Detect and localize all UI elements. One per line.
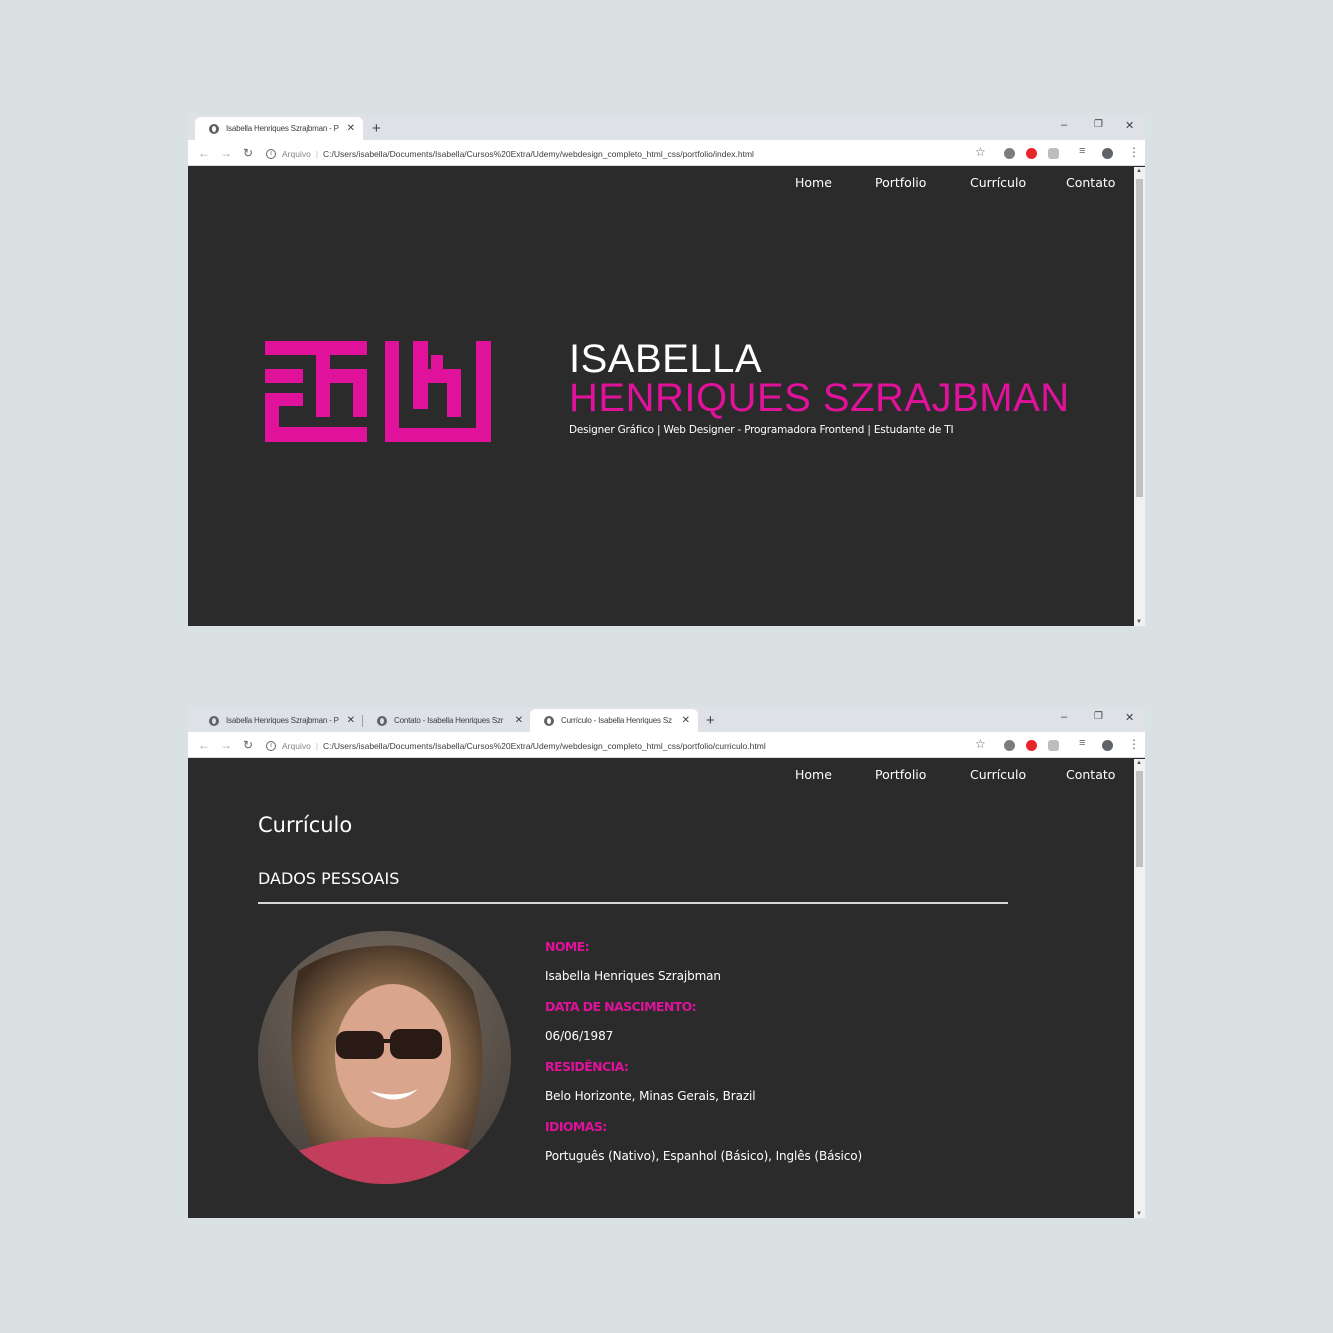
shield-icon[interactable] [1048,740,1059,751]
scroll-thumb[interactable] [1136,771,1143,867]
close-tab-icon[interactable]: ✕ [347,715,355,726]
ih-logo [265,341,491,442]
tab-bar: Isabella Henriques Szrajbman - P ✕ + – ❐… [188,115,1145,140]
scroll-down-icon[interactable]: ▼ [1136,619,1142,625]
globe-icon [544,715,554,726]
url-divider: | [315,740,319,751]
reading-list-icon[interactable]: ≡ [1079,145,1085,157]
menu-icon[interactable]: ⋮ [1128,737,1140,751]
url-text: C:/Users/isabella/Documents/Isabella/Cur… [323,740,766,751]
field-value-nome: Isabella Henriques Szrajbman [545,969,721,983]
site-nav: Home Portfolio Currículo Contato [188,175,1134,195]
profile-icon[interactable] [1102,148,1113,159]
browser-window-curriculo: Isabella Henriques Szrajbman - P ✕ Conta… [188,707,1145,1218]
scrollbar[interactable]: ▲ ▼ [1134,167,1145,626]
hero-last-name: HENRIQUES SZRAJBMAN [569,376,1070,420]
section-title: DADOS PESSOAIS [258,869,400,888]
nav-curriculo[interactable]: Currículo [970,175,1026,190]
scrollbar[interactable]: ▲ ▼ [1134,759,1145,1218]
nav-home[interactable]: Home [795,767,832,782]
star-icon[interactable]: ☆ [975,737,986,751]
scroll-down-icon[interactable]: ▼ [1136,1211,1142,1217]
globe-icon [377,715,387,726]
scroll-up-icon[interactable]: ▲ [1136,760,1142,766]
reading-list-icon[interactable]: ≡ [1079,737,1085,749]
reload-icon[interactable]: ↻ [243,738,253,752]
address-bar: ← → ↻ i Arquivo | C:/Users/isabella/Docu… [188,732,1145,758]
tab-home[interactable]: Isabella Henriques Szrajbman - P ✕ [195,709,363,732]
new-tab-button[interactable]: + [372,120,381,137]
tab-home[interactable]: Isabella Henriques Szrajbman - P ✕ [195,117,363,140]
globe-icon [209,715,219,726]
url-text: C:/Users/isabella/Documents/Isabella/Cur… [323,148,754,159]
url-field[interactable]: i Arquivo | C:/Users/isabella/Documents/… [266,737,766,754]
url-scheme: Arquivo [282,740,311,751]
field-value-idiomas: Português (Nativo), Espanhol (Básico), I… [545,1149,863,1163]
restore-button[interactable]: ❐ [1094,711,1103,722]
url-divider: | [315,148,319,159]
extension-icon[interactable] [1004,740,1015,751]
page-title: Currículo [258,813,353,837]
star-icon[interactable]: ☆ [975,145,986,159]
home-page: Home Portfolio Currículo Contato ISABELL… [188,167,1134,626]
profile-icon[interactable] [1102,740,1113,751]
field-label-idiomas: IDIOMAS: [545,1119,607,1134]
info-icon[interactable]: i [266,740,276,751]
nav-contato[interactable]: Contato [1066,767,1115,782]
restore-button[interactable]: ❐ [1094,119,1103,130]
forward-icon[interactable]: → [220,738,232,752]
scroll-up-icon[interactable]: ▲ [1136,168,1142,174]
menu-icon[interactable]: ⋮ [1128,145,1140,159]
section-divider [258,902,1008,904]
nav-contato[interactable]: Contato [1066,175,1115,190]
new-tab-button[interactable]: + [706,712,715,729]
tab-curriculo[interactable]: Currículo - Isabella Henriques Sz ✕ [530,709,698,732]
extension-icon[interactable] [1004,148,1015,159]
field-value-residencia: Belo Horizonte, Minas Gerais, Brazil [545,1089,756,1103]
url-scheme: Arquivo [282,148,311,159]
close-tab-icon[interactable]: ✕ [682,715,690,726]
profile-photo [258,931,511,1184]
globe-icon [209,123,219,134]
info-icon[interactable]: i [266,148,276,159]
close-window-button[interactable]: ✕ [1125,711,1134,724]
nav-home[interactable]: Home [795,175,832,190]
close-tab-icon[interactable]: ✕ [347,123,355,134]
tab-label: Isabella Henriques Szrajbman - P [226,124,339,133]
close-window-button[interactable]: ✕ [1125,119,1134,132]
nav-portfolio[interactable]: Portfolio [875,767,926,782]
tab-label: Isabella Henriques Szrajbman - P [226,716,339,725]
tab-contato[interactable]: Contato - Isabella Henriques Szr ✕ [363,709,531,732]
minimize-button[interactable]: – [1061,119,1067,131]
adblock-icon[interactable] [1026,148,1037,159]
field-label-nome: NOME: [545,939,590,954]
tab-label: Currículo - Isabella Henriques Sz [561,716,672,725]
address-bar: ← → ↻ i Arquivo | C:/Users/isabella/Docu… [188,140,1145,166]
hero-subtitle: Designer Gráfico | Web Designer - Progra… [569,424,954,436]
scroll-thumb[interactable] [1136,179,1143,497]
hero-first-name: ISABELLA [569,337,763,381]
tab-label: Contato - Isabella Henriques Szr [394,716,504,725]
close-tab-icon[interactable]: ✕ [515,715,523,726]
field-value-nascimento: 06/06/1987 [545,1029,614,1043]
back-icon[interactable]: ← [198,738,210,752]
url-field[interactable]: i Arquivo | C:/Users/isabella/Documents/… [266,145,754,162]
field-label-nascimento: DATA DE NASCIMENTO: [545,999,697,1014]
shield-icon[interactable] [1048,148,1059,159]
reload-icon[interactable]: ↻ [243,146,253,160]
curriculo-page: Home Portfolio Currículo Contato Currícu… [188,759,1134,1218]
adblock-icon[interactable] [1026,740,1037,751]
nav-portfolio[interactable]: Portfolio [875,175,926,190]
nav-curriculo[interactable]: Currículo [970,767,1026,782]
tab-bar: Isabella Henriques Szrajbman - P ✕ Conta… [188,707,1145,732]
field-label-residencia: RESIDÊNCIA: [545,1059,629,1074]
back-icon[interactable]: ← [198,146,210,160]
minimize-button[interactable]: – [1061,711,1067,723]
forward-icon[interactable]: → [220,146,232,160]
browser-window-home: Isabella Henriques Szrajbman - P ✕ + – ❐… [188,115,1145,626]
site-nav: Home Portfolio Currículo Contato [188,767,1134,787]
